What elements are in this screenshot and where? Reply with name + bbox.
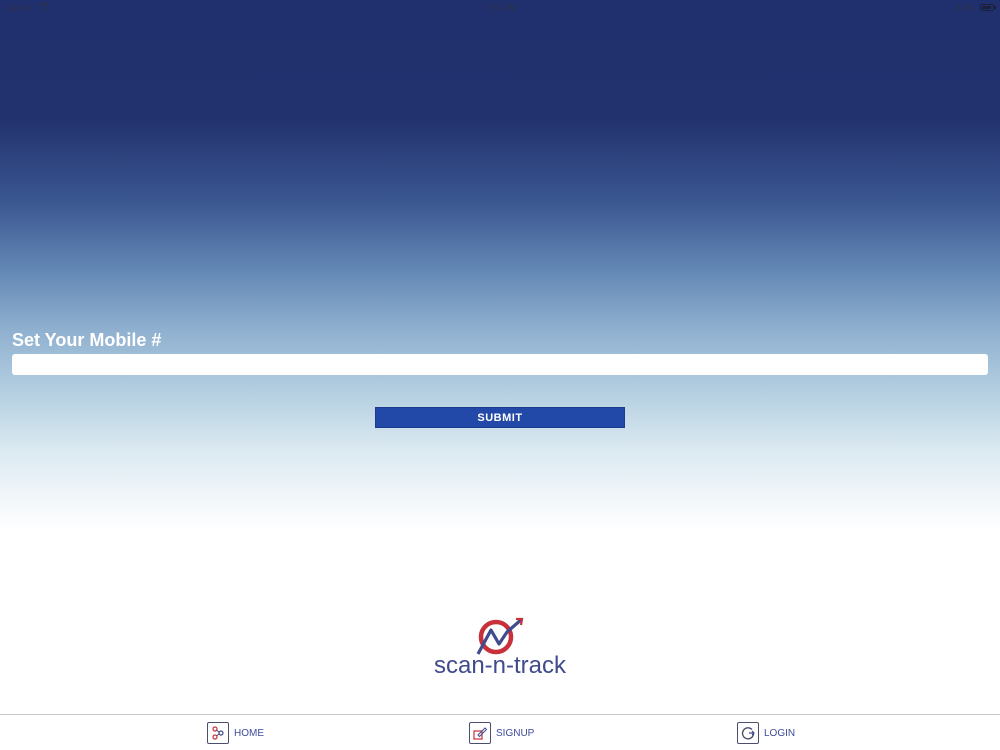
- tab-login-label: LOGIN: [764, 727, 796, 739]
- mobile-number-input[interactable]: [12, 354, 988, 375]
- status-bar: Carrier 7:20 PM 84%: [0, 0, 1000, 16]
- home-icon: [207, 722, 229, 744]
- login-icon: [737, 722, 759, 744]
- tab-login[interactable]: LOGIN: [737, 721, 795, 745]
- battery-icon: [980, 4, 996, 11]
- logo-text: scan-n-track: [433, 652, 567, 679]
- mobile-number-label: Set Your Mobile #: [12, 330, 162, 350]
- tab-signup[interactable]: SIGNUP: [469, 721, 534, 745]
- tab-signup-label: SIGNUP: [496, 727, 535, 739]
- tab-home[interactable]: HOME: [207, 721, 264, 745]
- signup-icon: [469, 722, 491, 744]
- submit-button[interactable]: SUBMIT: [375, 407, 625, 428]
- scan-n-track-logo: scan-n-track: [420, 612, 580, 682]
- bottom-tab-bar: HOME SIGNUP LOGIN: [0, 714, 1000, 750]
- tab-home-label: HOME: [234, 727, 264, 739]
- battery-percentage: 84%: [955, 3, 974, 13]
- logo-mark-icon: [476, 617, 524, 655]
- status-time: 7:20 PM: [483, 3, 517, 13]
